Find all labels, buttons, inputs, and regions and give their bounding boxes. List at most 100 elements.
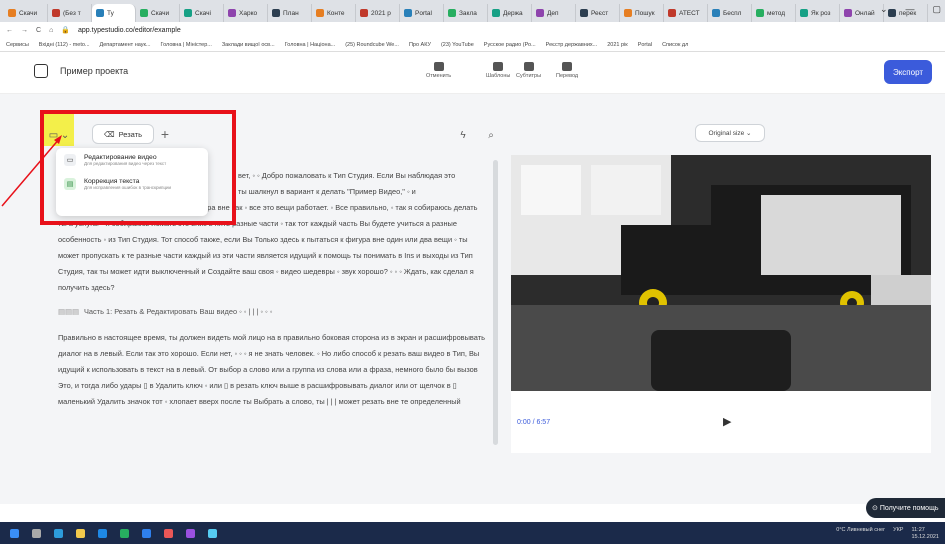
play-icon[interactable]: ▶ bbox=[723, 415, 731, 428]
browser-tab[interactable]: Деп bbox=[532, 4, 576, 22]
browser-tab[interactable]: План bbox=[268, 4, 312, 22]
browser-tab[interactable]: Закла bbox=[444, 4, 488, 22]
video-player: 0:00 / 6:57 ▶ bbox=[511, 391, 931, 453]
tab-favicon-icon bbox=[580, 9, 588, 17]
windows-taskbar: 0°C Ливневый снег УКР 11:27 15.12.2021 bbox=[0, 522, 945, 544]
undo-icon bbox=[433, 62, 444, 71]
tab-favicon-icon bbox=[96, 9, 104, 17]
templates-button[interactable]: Шаблоны bbox=[486, 62, 510, 79]
browser-tab[interactable]: Скачі bbox=[180, 4, 224, 22]
home-icon[interactable]: ⌂ bbox=[49, 27, 53, 34]
bookmark-item[interactable]: Про АКУ bbox=[409, 42, 431, 48]
browser-tab[interactable]: Беспл bbox=[708, 4, 752, 22]
chapter-icon: ▤▤▤ bbox=[58, 307, 79, 316]
back-icon[interactable]: ← bbox=[6, 27, 13, 34]
browser-tab[interactable]: Як роз bbox=[796, 4, 840, 22]
tab-favicon-icon bbox=[52, 9, 60, 17]
search-icon[interactable] bbox=[32, 528, 41, 538]
subtitles-icon bbox=[523, 62, 534, 71]
lock-icon: 🔒 bbox=[61, 27, 71, 34]
chapter-heading[interactable]: ▤▤▤ Часть 1: Резать & Редактировать Ваш … bbox=[58, 304, 488, 320]
browser-tab[interactable]: Скачи bbox=[136, 4, 180, 22]
viber-icon[interactable] bbox=[186, 528, 195, 538]
subtitles-button[interactable]: Субтитры bbox=[516, 62, 541, 79]
browser-tab[interactable]: Держа bbox=[488, 4, 532, 22]
address-bar[interactable]: ← → C ⌂ 🔒 app.typestudio.co/editor/examp… bbox=[0, 22, 945, 38]
bookmark-item[interactable]: Сервисы bbox=[6, 42, 29, 48]
browser-tab[interactable]: АТЕСТ bbox=[664, 4, 708, 22]
annotation-arrow bbox=[1, 135, 62, 207]
scrollbar[interactable] bbox=[493, 160, 498, 445]
tab-favicon-icon bbox=[448, 9, 456, 17]
bookmark-item[interactable]: 2021 рік bbox=[607, 42, 627, 48]
bookmark-item[interactable]: Головна | Міністер... bbox=[161, 42, 212, 48]
bookmark-item[interactable]: Portal bbox=[638, 42, 652, 48]
browser-tab[interactable]: Пошук bbox=[620, 4, 664, 22]
bookmark-item[interactable]: Головна | Націона... bbox=[285, 42, 336, 48]
chrome-icon[interactable] bbox=[164, 528, 173, 538]
project-name[interactable]: Пример проекта bbox=[60, 66, 128, 76]
browser-tab[interactable]: Онлай bbox=[840, 4, 884, 22]
undo-button[interactable]: Отменить bbox=[426, 62, 451, 79]
tab-favicon-icon bbox=[404, 9, 412, 17]
word-icon[interactable] bbox=[142, 528, 151, 538]
export-button[interactable]: Экспорт bbox=[884, 60, 932, 84]
edge-icon[interactable] bbox=[54, 528, 63, 538]
app-header bbox=[0, 52, 945, 94]
bookmark-item[interactable]: Русское радио (Ро... bbox=[484, 42, 536, 48]
system-tray[interactable]: 0°C Ливневый снег УКР 11:27 15.12.2021 bbox=[836, 527, 939, 541]
templates-icon bbox=[493, 62, 504, 71]
transcript-paragraph[interactable]: Правильно в настоящее время, ты должен в… bbox=[58, 330, 488, 410]
mail-icon[interactable] bbox=[98, 528, 107, 538]
tab-favicon-icon bbox=[8, 9, 16, 17]
tab-favicon-icon bbox=[272, 9, 280, 17]
browser-tab-bar: Скачи (Без т Ту Скачи Скачі Харко План Конте 202… bbox=[0, 0, 945, 22]
size-select[interactable]: Original size ⌄ bbox=[695, 124, 765, 142]
tab-favicon-icon bbox=[228, 9, 236, 17]
url-text[interactable]: app.typestudio.co/editor/example bbox=[78, 27, 181, 34]
forward-icon[interactable]: → bbox=[21, 27, 28, 34]
video-preview[interactable] bbox=[511, 155, 931, 391]
tab-favicon-icon bbox=[624, 9, 632, 17]
browser-tab[interactable]: Реєст bbox=[576, 4, 620, 22]
reload-icon[interactable]: C bbox=[36, 27, 41, 34]
bookmark-item[interactable]: Заклади вищої осв... bbox=[222, 42, 275, 48]
bookmark-item[interactable]: Реєстр державних... bbox=[546, 42, 598, 48]
browser-tab[interactable]: 2021 р bbox=[356, 4, 400, 22]
bookmark-item[interactable]: Вхідні (112) - meto... bbox=[39, 42, 90, 48]
tab-favicon-icon bbox=[360, 9, 368, 17]
bookmark-item[interactable]: Департамент наук... bbox=[100, 42, 151, 48]
magic-icon[interactable]: ϟ bbox=[450, 124, 476, 146]
app-logo-icon[interactable] bbox=[34, 64, 48, 78]
bookmark-item[interactable]: (25) Roundcube We... bbox=[345, 42, 399, 48]
browser-tab[interactable]: Portal bbox=[400, 4, 444, 22]
bookmark-item[interactable]: (23) YouTube bbox=[441, 42, 474, 48]
excel-icon[interactable] bbox=[120, 528, 129, 538]
translate-icon bbox=[562, 62, 573, 71]
window-controls[interactable]: ⌄ — ▢ bbox=[880, 4, 941, 15]
tab-favicon-icon bbox=[712, 9, 720, 17]
video-frame bbox=[511, 155, 931, 391]
translate-button[interactable]: Перевод bbox=[556, 62, 578, 79]
browser-tab[interactable]: Харко bbox=[224, 4, 268, 22]
tab-favicon-icon bbox=[756, 9, 764, 17]
bookmark-item[interactable]: Список дл bbox=[662, 42, 688, 48]
browser-tab[interactable]: метод bbox=[752, 4, 796, 22]
folder-icon[interactable] bbox=[76, 528, 85, 538]
tab-favicon-icon bbox=[668, 9, 676, 17]
search-icon[interactable]: ⌕ bbox=[478, 124, 504, 146]
tab-favicon-icon bbox=[492, 9, 500, 17]
browser-tab[interactable]: Ту bbox=[92, 4, 136, 22]
time-display: 0:00 / 6:57 bbox=[517, 419, 551, 426]
telegram-icon[interactable] bbox=[208, 528, 217, 538]
browser-tab[interactable]: Конте bbox=[312, 4, 356, 22]
tab-favicon-icon bbox=[536, 9, 544, 17]
tab-favicon-icon bbox=[184, 9, 192, 17]
tab-favicon-icon bbox=[140, 9, 148, 17]
tab-favicon-icon bbox=[844, 9, 852, 17]
help-button[interactable]: ⊙ Получите помощь bbox=[866, 498, 945, 518]
tab-favicon-icon bbox=[316, 9, 324, 17]
browser-tab[interactable]: (Без т bbox=[48, 4, 92, 22]
browser-tab[interactable]: Скачи bbox=[4, 4, 48, 22]
start-icon[interactable] bbox=[10, 528, 19, 538]
